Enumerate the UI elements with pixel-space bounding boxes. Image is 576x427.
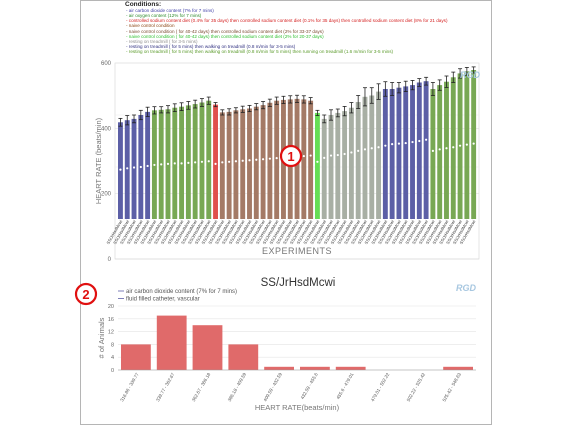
hist-x-tick-label: 479.01 - 502.22 xyxy=(370,372,391,403)
histogram-bar xyxy=(192,325,223,370)
histogram-bar xyxy=(121,344,151,370)
hist-x-axis-label: HEART RATE(beats/min) xyxy=(255,403,340,412)
histogram-bar xyxy=(156,315,187,370)
histogram-bar xyxy=(443,366,473,370)
hist-x-tick-label: 455.6 - 479.01 xyxy=(335,372,354,401)
hist-x-tick-label: 525.42 - 548.63 xyxy=(442,372,463,403)
histogram-legend-text: air carbon dioxide content (7% for 7 min… xyxy=(126,289,237,295)
hist-x-tick-label: 362.67 - 386.18 xyxy=(191,372,212,403)
histogram-bar xyxy=(228,344,259,370)
hist-x-tick-label: 409.59 - 432.59 xyxy=(263,372,284,403)
hist-x-tick-label: 386.18 - 409.59 xyxy=(227,372,248,403)
histogram-bar xyxy=(264,366,294,370)
histogram-legend-text: fluid filled catheter, vascular xyxy=(126,297,200,303)
hist-y-tick-label: 8 xyxy=(111,342,114,348)
hist-x-tick-label: 339.77 - 362.67 xyxy=(155,372,176,403)
histogram-bar xyxy=(300,366,330,370)
histogram-bar xyxy=(335,366,366,370)
hist-x-tick-label: 316.86 - 339.77 xyxy=(119,372,140,403)
hist-y-tick-label: 12 xyxy=(108,330,114,336)
hist-y-tick-label: 20 xyxy=(108,304,114,310)
hist-y-tick-label: 4 xyxy=(111,355,114,361)
marker-2-label: 2 xyxy=(82,287,89,302)
histogram-title: SS/JrHsdMcwi xyxy=(261,277,336,289)
hist-y-tick-label: 0 xyxy=(111,368,114,374)
hist-y-tick-label: 16 xyxy=(108,317,114,323)
hist-x-tick-label: 502.22 - 525.42 xyxy=(406,372,427,403)
heart-rate-histogram: SS/JrHsdMcwi air carbon dioxide content (… xyxy=(74,277,477,412)
rgd-logo-bottom: RGD xyxy=(456,283,477,293)
hist-y-axis-label: # of Animals xyxy=(97,317,106,358)
hist-x-tick-label: 432.59 - 455.6 xyxy=(300,372,319,401)
